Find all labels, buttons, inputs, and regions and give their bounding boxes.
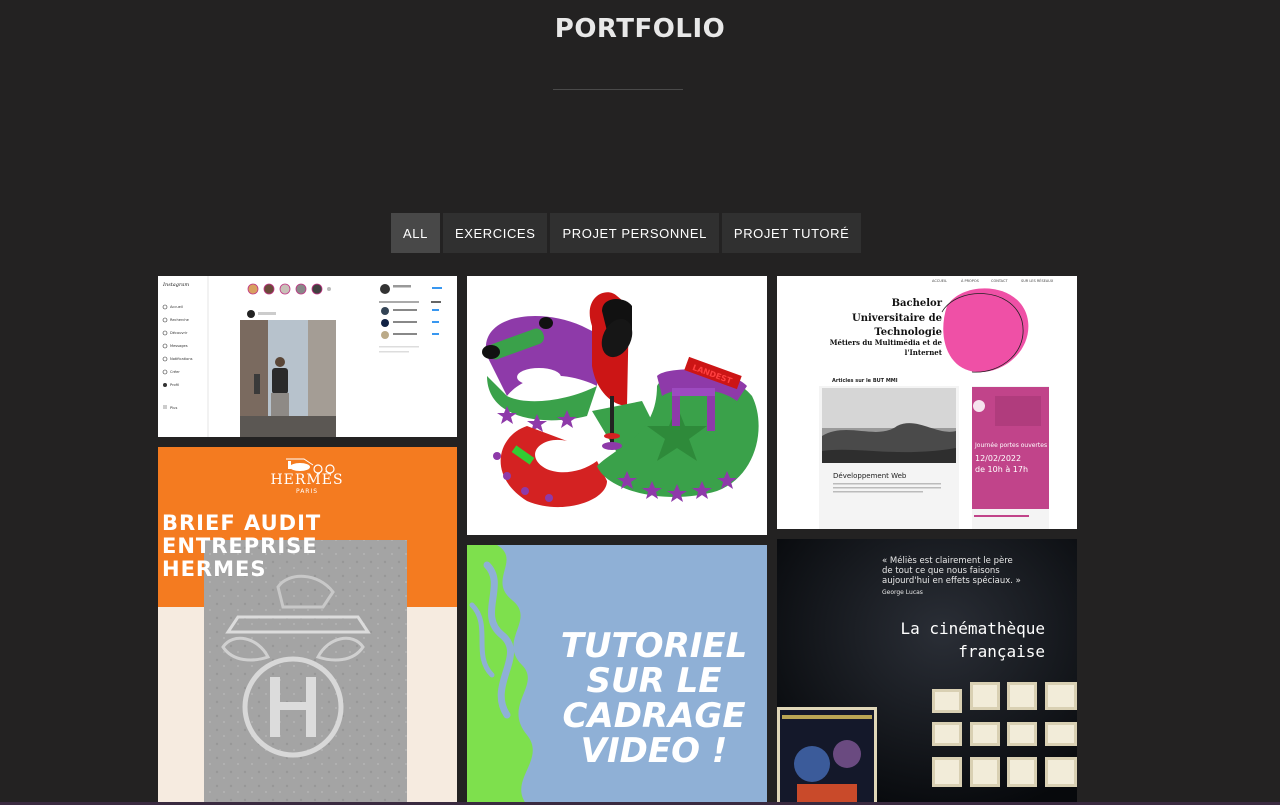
hermes-headline-line: HERMES <box>162 557 266 581</box>
instagram-nav-item: Découvrir <box>170 331 188 335</box>
cinematheque-image: « Méliès est clairement le père de tout … <box>777 539 1077 805</box>
bachelor-heading-line: Bachelor <box>892 298 943 309</box>
bachelor-open-day-hours: de 10h à 17h <box>975 465 1028 474</box>
bachelor-open-day-label: Journée portes ouvertes <box>974 442 1047 449</box>
cinematheque-quote-author: George Lucas <box>882 589 923 596</box>
bachelor-heading-line: Universitaire de <box>852 313 942 324</box>
bachelor-open-day-date: 12/02/2022 <box>975 454 1021 463</box>
cinematheque-quote-line: de tout ce que nous faisons <box>882 566 1000 576</box>
portfolio-item-cinematheque[interactable]: « Méliès est clairement le père de tout … <box>777 539 1077 805</box>
hermes-brand: HERMÈS <box>270 470 343 488</box>
portfolio-item-tutoriel-cadrage[interactable]: TUTORIEL SUR LE CADRAGE VIDEO ! <box>467 545 767 805</box>
cinematheque-title-line: française <box>958 642 1045 661</box>
tutoriel-headline-line: VIDEO ! <box>581 731 728 771</box>
3d-scene-image: LANDEST <box>467 276 767 535</box>
cinematheque-title-line: La cinémathèque <box>901 619 1046 638</box>
tutoriel-headline-line: SUR LE <box>586 661 721 701</box>
instagram-nav-item: Plus <box>170 406 177 410</box>
bachelor-nav-item: À PROPOS <box>961 278 980 283</box>
hermes-headline-line: ENTREPRISE <box>162 534 318 558</box>
hermes-image: HERMÈS PARIS BRIEF AUDIT ENTREPRISE HERM… <box>158 447 457 805</box>
instagram-logo: Instagram <box>162 282 189 288</box>
hermes-headline-line: BRIEF AUDIT <box>162 511 321 535</box>
portfolio-item-bachelor-site[interactable]: ACCUEIL À PROPOS CONTACT SUR LES RÉSEAUX… <box>777 276 1077 529</box>
title-divider <box>553 89 683 90</box>
filter-projet-personnel-button[interactable]: PROJET PERSONNEL <box>550 213 719 253</box>
bachelor-nav-item: ACCUEIL <box>932 279 947 283</box>
portfolio-item-instagram[interactable]: Instagram Accueil Recherche Découvrir Me… <box>158 276 457 437</box>
filter-all-button[interactable]: ALL <box>391 213 440 253</box>
bachelor-article-title: Développement Web <box>833 472 907 480</box>
instagram-nav-item: Accueil <box>170 305 183 309</box>
filter-projet-tutore-button[interactable]: PROJET TUTORÉ <box>721 213 862 253</box>
instagram-nav-item: Messages <box>170 344 188 348</box>
bachelor-heading-line: Métiers du Multimédia et de <box>830 338 943 347</box>
instagram-nav-item: Créer <box>170 370 180 374</box>
portfolio-item-hermes[interactable]: HERMÈS PARIS BRIEF AUDIT ENTREPRISE HERM… <box>158 447 457 805</box>
instagram-screenshot: Instagram Accueil Recherche Découvrir Me… <box>158 276 457 437</box>
bachelor-section-label: Articles sur le BUT MMI <box>832 378 898 384</box>
bachelor-heading-line: Technologie <box>874 327 942 338</box>
bachelor-nav-item: CONTACT <box>991 279 1008 283</box>
filter-exercices-button[interactable]: EXERCICES <box>442 213 548 253</box>
hermes-city: PARIS <box>296 488 318 495</box>
bachelor-heading-line: l'Internet <box>905 348 943 357</box>
tutoriel-image: TUTORIEL SUR LE CADRAGE VIDEO ! <box>467 545 767 805</box>
cinematheque-quote-line: aujourd'hui en effets spéciaux. » <box>882 575 1021 586</box>
tutoriel-headline-line: TUTORIEL <box>561 626 748 666</box>
portfolio-item-3d-scene[interactable]: LANDEST <box>467 276 767 535</box>
bachelor-nav-item: SUR LES RÉSEAUX <box>1021 278 1054 283</box>
instagram-nav-item: Profil <box>170 383 179 387</box>
instagram-nav-item: Notifications <box>170 357 193 361</box>
filter-bar: ALL EXERCICES PROJET PERSONNEL PROJET TU… <box>391 213 862 253</box>
bachelor-site-screenshot: ACCUEIL À PROPOS CONTACT SUR LES RÉSEAUX… <box>777 276 1077 529</box>
tutoriel-headline-line: CADRAGE <box>562 696 745 736</box>
page-title: PORTFOLIO <box>554 14 726 44</box>
instagram-nav-item: Recherche <box>170 318 190 322</box>
cinematheque-quote-line: « Méliès est clairement le père <box>882 555 1013 566</box>
